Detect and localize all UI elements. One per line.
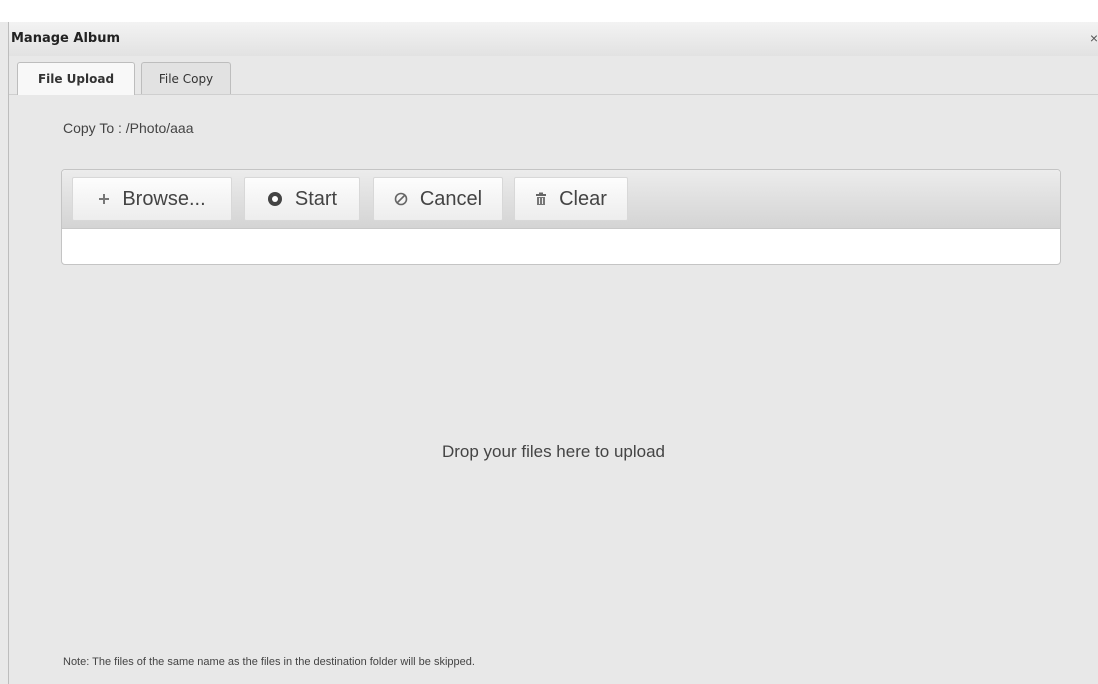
- dialog-titlebar[interactable]: Manage Album ×: [9, 22, 1098, 57]
- drop-zone-text[interactable]: Drop your files here to upload: [9, 442, 1098, 462]
- cancel-button[interactable]: Cancel: [373, 177, 503, 221]
- browse-button[interactable]: Browse...: [72, 177, 232, 221]
- upload-toolbar: Browse... Start Cancel Clear: [62, 170, 1060, 229]
- tab-file-copy[interactable]: File Copy: [141, 62, 231, 94]
- cancel-icon: [394, 192, 408, 206]
- browse-label: Browse...: [122, 187, 206, 210]
- copy-to-path: Copy To : /Photo/aaa: [63, 120, 194, 136]
- note-text: Note: The files of the same name as the …: [63, 656, 475, 668]
- close-icon[interactable]: ×: [1090, 30, 1098, 46]
- manage-album-dialog: Manage Album × File Upload File Copy Cop…: [8, 22, 1098, 684]
- dialog-title: Manage Album: [11, 31, 121, 46]
- plus-icon: [98, 193, 110, 205]
- trash-icon: [535, 192, 547, 206]
- cancel-label: Cancel: [419, 187, 483, 210]
- tab-bar: File Upload File Copy: [9, 56, 1098, 95]
- start-label: Start: [294, 187, 338, 210]
- circle-icon: [267, 191, 283, 207]
- clear-button[interactable]: Clear: [514, 177, 628, 221]
- start-button[interactable]: Start: [244, 177, 360, 221]
- upload-panel: Browse... Start Cancel Clear: [61, 169, 1061, 265]
- top-strip: [0, 0, 1098, 22]
- tab-file-upload[interactable]: File Upload: [17, 62, 135, 95]
- clear-label: Clear: [559, 187, 607, 210]
